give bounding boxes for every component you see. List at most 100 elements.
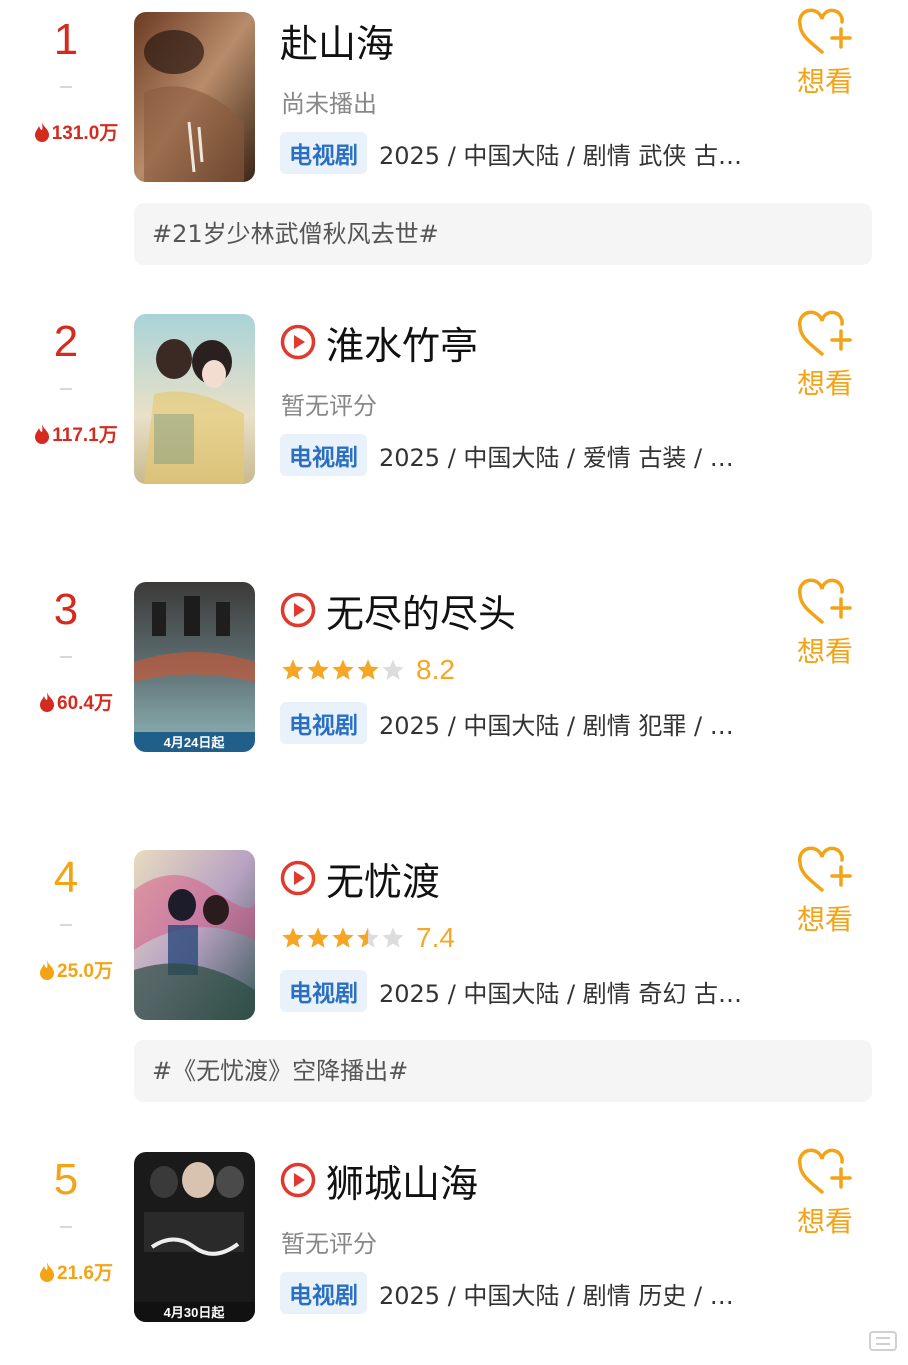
drama-title[interactable]: 狮城山海 <box>326 1153 478 1208</box>
title-row[interactable]: 无忧渡 <box>280 852 440 904</box>
flame-icon <box>40 692 54 712</box>
want-to-watch-button[interactable]: 想看 <box>790 8 860 100</box>
topic-tag-bar[interactable]: #《无忧渡》空降播出# <box>134 1040 872 1102</box>
heat-count: 21.6万 <box>20 1258 132 1285</box>
title-row[interactable]: 无尽的尽头 <box>280 584 516 636</box>
meta-row: 电视剧 2025 / 中国大陆 / 爱情 古装 / … <box>280 434 734 476</box>
category-tag: 电视剧 <box>280 970 367 1012</box>
star-icon <box>357 927 379 948</box>
scroll-indicator-icon <box>869 1331 897 1351</box>
rank-trend-dash <box>60 86 72 88</box>
category-tag: 电视剧 <box>280 1272 367 1314</box>
want-to-watch-button[interactable]: 想看 <box>790 578 860 670</box>
status-label: 暂无评分 <box>281 392 377 420</box>
meta-info: 2025 / 中国大陆 / 剧情 奇幻 古… <box>379 979 743 1008</box>
meta-row: 电视剧 2025 / 中国大陆 / 剧情 武侠 古… <box>280 132 742 174</box>
topic-text[interactable]: #《无忧渡》空降播出# <box>152 1057 408 1085</box>
star-icon <box>332 927 354 948</box>
poster-image[interactable] <box>134 12 255 182</box>
rating-row: 8.2 <box>281 654 455 686</box>
star-icon <box>357 659 379 680</box>
flame-icon <box>34 122 49 142</box>
want-label: 想看 <box>796 635 853 668</box>
star-rating <box>281 926 406 950</box>
rating-row: 7.4 <box>281 922 455 954</box>
rank-number: 1 <box>53 15 79 64</box>
poster-wujindejintou-icon: 4月24日起 <box>134 582 255 752</box>
heat-value: 131.0万 <box>51 123 119 144</box>
play-icon[interactable] <box>280 324 316 360</box>
title-row[interactable]: 狮城山海 <box>280 1154 478 1206</box>
meta-info: 2025 / 中国大陆 / 剧情 犯罪 / … <box>379 711 734 740</box>
poster-huaishuizhuting-icon <box>134 314 255 484</box>
heat-count: 25.0万 <box>20 956 132 983</box>
poster-date-text: 4月24日起 <box>164 735 226 750</box>
poster-shichengshanhai-icon: 4月30日起 <box>134 1152 255 1322</box>
title-row[interactable]: 赴山海 <box>280 14 394 66</box>
flame-icon <box>40 1262 54 1282</box>
play-icon[interactable] <box>280 860 316 896</box>
play-icon[interactable] <box>280 1162 316 1198</box>
star-icon <box>332 659 354 680</box>
star-icon <box>282 659 304 680</box>
rank-number: 2 <box>53 317 79 366</box>
topic-text[interactable]: #21岁少林武僧秋风去世# <box>152 220 439 248</box>
category-tag: 电视剧 <box>280 132 367 174</box>
poster-image[interactable]: 4月24日起 <box>134 582 255 752</box>
heat-value: 60.4万 <box>57 693 113 714</box>
status-text: 尚未播出 <box>281 84 377 119</box>
want-label: 想看 <box>796 1205 853 1238</box>
heat-value: 25.0万 <box>57 961 113 982</box>
rank-number: 3 <box>53 585 79 634</box>
topic-tag-bar[interactable]: #21岁少林武僧秋风去世# <box>134 203 872 265</box>
drama-title[interactable]: 无尽的尽头 <box>326 583 516 638</box>
heart-plus-icon <box>797 1148 852 1194</box>
status-text: 暂无评分 <box>281 386 377 421</box>
heat-count: 131.0万 <box>20 118 132 145</box>
heat-value: 117.1万 <box>52 425 118 446</box>
meta-info: 2025 / 中国大陆 / 爱情 古装 / … <box>379 443 734 472</box>
want-to-watch-button[interactable]: 想看 <box>790 846 860 938</box>
play-icon[interactable] <box>280 592 316 628</box>
star-rating <box>281 658 406 682</box>
meta-info: 2025 / 中国大陆 / 剧情 武侠 古… <box>379 141 743 170</box>
rank-trend-dash <box>60 656 72 658</box>
meta-row: 电视剧 2025 / 中国大陆 / 剧情 奇幻 古… <box>280 970 742 1012</box>
star-icon <box>307 927 329 948</box>
flame-icon <box>40 960 54 980</box>
poster-image[interactable]: 4月30日起 <box>134 1152 255 1322</box>
poster-image[interactable] <box>134 850 255 1020</box>
heat-value: 21.6万 <box>57 1263 113 1284</box>
rank-trend-dash <box>60 388 72 390</box>
meta-row: 电视剧 2025 / 中国大陆 / 剧情 历史 / … <box>280 1272 734 1314</box>
heat-count: 60.4万 <box>20 688 132 715</box>
category-tag: 电视剧 <box>280 702 367 744</box>
status-label: 尚未播出 <box>281 90 377 118</box>
heat-count: 117.1万 <box>20 420 132 447</box>
status-text: 暂无评分 <box>281 1224 377 1259</box>
heart-plus-icon <box>797 578 852 624</box>
poster-fushanhai-icon <box>134 12 255 182</box>
rating-score: 8.2 <box>416 654 455 685</box>
rating-score: 7.4 <box>416 922 455 953</box>
star-icon <box>307 659 329 680</box>
drama-title[interactable]: 淮水竹亭 <box>326 315 478 370</box>
poster-image[interactable] <box>134 314 255 484</box>
want-to-watch-button[interactable]: 想看 <box>790 310 860 402</box>
drama-title[interactable]: 无忧渡 <box>326 851 440 906</box>
status-label: 暂无评分 <box>281 1230 377 1258</box>
meta-row: 电视剧 2025 / 中国大陆 / 剧情 犯罪 / … <box>280 702 734 744</box>
heart-plus-icon <box>797 310 852 356</box>
heart-plus-icon <box>797 8 852 54</box>
poster-wuyoudu-icon <box>134 850 255 1020</box>
drama-title[interactable]: 赴山海 <box>280 13 394 68</box>
poster-date-text: 4月30日起 <box>164 1305 226 1320</box>
meta-info: 2025 / 中国大陆 / 剧情 历史 / … <box>379 1281 734 1310</box>
flame-icon <box>35 424 50 444</box>
rank-trend-dash <box>60 924 72 926</box>
title-row[interactable]: 淮水竹亭 <box>280 316 478 368</box>
rank-number: 5 <box>53 1155 79 1204</box>
rank-number: 4 <box>53 853 79 902</box>
star-icon <box>282 927 304 948</box>
want-to-watch-button[interactable]: 想看 <box>790 1148 860 1240</box>
